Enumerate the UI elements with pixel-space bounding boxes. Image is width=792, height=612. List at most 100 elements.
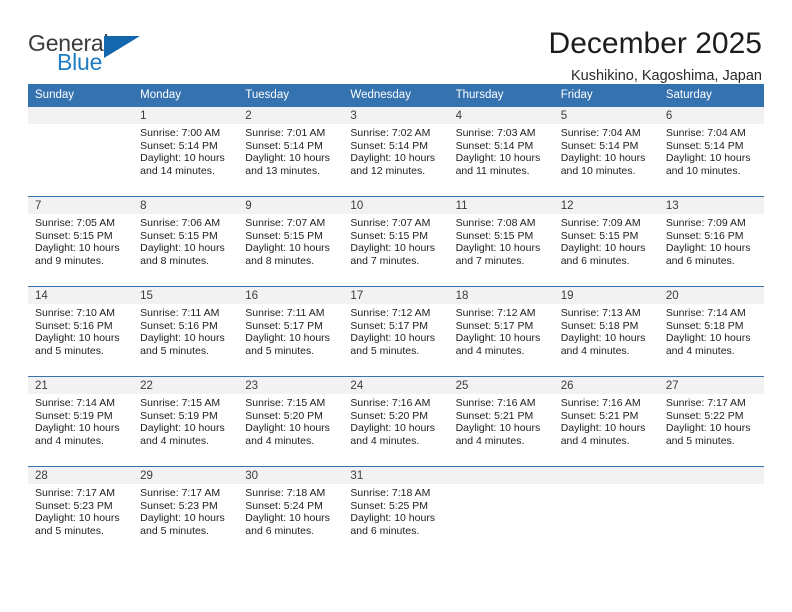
- daylight-duration-line2: and 5 minutes.: [245, 344, 315, 357]
- day-details: Sunrise: 7:00 AM Sunset: 5:14 PM Daylight:…: [133, 124, 238, 177]
- day-cell[interactable]: 28 Sunrise: 7:17 AM Sunset: 5:23 PM Dayligh…: [28, 466, 134, 557]
- daylight-duration-line2: and 8 minutes.: [140, 254, 210, 267]
- daylight-duration-line1: Daylight: 10 hours: [665, 152, 751, 165]
- daylight-duration-line2: and 4 minutes.: [560, 344, 630, 357]
- daylight-duration-line1: Daylight: 10 hours: [455, 422, 541, 435]
- daylight-duration-line2: and 14 minutes.: [140, 164, 215, 177]
- day-cell[interactable]: 3 Sunrise: 7:02 AM Sunset: 5:14 PM Daylight…: [343, 106, 449, 197]
- sunset-time: Sunset: 5:14 PM: [665, 139, 744, 152]
- daylight-duration-line1: Daylight: 10 hours: [245, 512, 330, 525]
- day-cell[interactable]: 24 Sunrise: 7:16 AM Sunset: 5:20 PM Dayligh…: [343, 376, 449, 467]
- sunset-time: Sunset: 5:23 PM: [35, 499, 113, 512]
- day-cell-empty: [658, 466, 764, 557]
- logo-text-blue: Blue: [57, 49, 103, 75]
- daylight-duration-line1: Daylight: 10 hours: [350, 242, 436, 255]
- daylight-duration-line2: and 4 minutes.: [140, 434, 210, 447]
- day-cell[interactable]: 9 Sunrise: 7:07 AM Sunset: 5:15 PM Daylight…: [238, 196, 344, 287]
- sunset-time: Sunset: 5:18 PM: [560, 319, 639, 332]
- sunset-time: Sunset: 5:15 PM: [140, 229, 218, 242]
- daylight-duration-line2: and 5 minutes.: [35, 524, 104, 537]
- sunset-time: Sunset: 5:21 PM: [455, 409, 534, 422]
- triangle-icon: [104, 36, 140, 58]
- day-cell[interactable]: 1 Sunrise: 7:00 AM Sunset: 5:14 PM Daylight…: [133, 106, 239, 197]
- day-cell[interactable]: 21 Sunrise: 7:14 AM Sunset: 5:19 PM Dayligh…: [28, 376, 134, 467]
- sunset-time: Sunset: 5:19 PM: [140, 409, 218, 422]
- page-header: General Blue December 2025 Kushikino, Ka…: [28, 0, 764, 83]
- day-number: 28: [28, 467, 134, 484]
- sunrise-time: Sunrise: 7:09 AM: [665, 217, 746, 229]
- day-details: Sunrise: 7:08 AM Sunset: 5:15 PM Daylight:…: [449, 214, 554, 267]
- sunset-time: Sunset: 5:15 PM: [245, 229, 323, 242]
- calendar-week-row: 14 Sunrise: 7:10 AM Sunset: 5:16 PM Dayligh…: [28, 286, 764, 377]
- day-number: 12: [553, 197, 659, 214]
- day-details: Sunrise: 7:04 AM Sunset: 5:14 PM Daylight:…: [659, 124, 764, 177]
- day-details: Sunrise: 7:02 AM Sunset: 5:14 PM Daylight:…: [343, 124, 448, 177]
- day-cell[interactable]: 29 Sunrise: 7:17 AM Sunset: 5:23 PM Dayligh…: [133, 466, 239, 557]
- day-details: Sunrise: 7:05 AM Sunset: 5:15 PM Daylight:…: [28, 214, 133, 267]
- day-cell[interactable]: 15 Sunrise: 7:11 AM Sunset: 5:16 PM Dayligh…: [133, 286, 239, 377]
- daylight-duration-line1: Daylight: 10 hours: [140, 332, 225, 345]
- day-cell[interactable]: 10 Sunrise: 7:07 AM Sunset: 5:15 PM Dayligh…: [343, 196, 449, 287]
- sunset-time: Sunset: 5:15 PM: [455, 229, 534, 242]
- day-number: 19: [553, 287, 659, 304]
- day-number: 31: [343, 467, 449, 484]
- day-cell[interactable]: 17 Sunrise: 7:12 AM Sunset: 5:17 PM Dayligh…: [343, 286, 449, 377]
- daylight-duration-line2: and 10 minutes.: [665, 164, 741, 177]
- day-cell[interactable]: 19 Sunrise: 7:13 AM Sunset: 5:18 PM Dayligh…: [553, 286, 659, 377]
- day-number: 3: [343, 107, 449, 124]
- day-details: Sunrise: 7:17 AM Sunset: 5:22 PM Daylight:…: [659, 394, 764, 447]
- daylight-duration-line1: Daylight: 10 hours: [560, 422, 646, 435]
- day-cell[interactable]: 23 Sunrise: 7:15 AM Sunset: 5:20 PM Dayligh…: [238, 376, 344, 467]
- day-number: 1: [133, 107, 239, 124]
- day-details: Sunrise: 7:07 AM Sunset: 5:15 PM Daylight:…: [343, 214, 448, 267]
- day-cell[interactable]: 25 Sunrise: 7:16 AM Sunset: 5:21 PM Dayligh…: [448, 376, 554, 467]
- weekday-header-sunday: Sunday: [28, 84, 134, 107]
- day-number: 29: [133, 467, 239, 484]
- day-cell[interactable]: 6 Sunrise: 7:04 AM Sunset: 5:14 PM Daylight…: [658, 106, 764, 197]
- day-cell[interactable]: 7 Sunrise: 7:05 AM Sunset: 5:15 PM Daylight…: [28, 196, 134, 287]
- daylight-duration-line1: Daylight: 10 hours: [560, 332, 646, 345]
- day-details: Sunrise: 7:14 AM Sunset: 5:18 PM Daylight:…: [659, 304, 764, 357]
- daylight-duration-line2: and 6 minutes.: [665, 254, 735, 267]
- day-details: Sunrise: 7:16 AM Sunset: 5:21 PM Daylight:…: [449, 394, 554, 447]
- sunrise-time: Sunrise: 7:07 AM: [350, 217, 431, 229]
- sunrise-time: Sunrise: 7:08 AM: [455, 217, 536, 229]
- day-details: Sunrise: 7:07 AM Sunset: 5:15 PM Daylight:…: [238, 214, 343, 267]
- day-cell[interactable]: 22 Sunrise: 7:15 AM Sunset: 5:19 PM Dayligh…: [133, 376, 239, 467]
- day-cell[interactable]: 5 Sunrise: 7:04 AM Sunset: 5:14 PM Daylight…: [553, 106, 659, 197]
- day-number: 6: [658, 107, 764, 124]
- sunset-time: Sunset: 5:16 PM: [140, 319, 218, 332]
- day-cell[interactable]: 11 Sunrise: 7:08 AM Sunset: 5:15 PM Dayligh…: [448, 196, 554, 287]
- sunrise-time: Sunrise: 7:04 AM: [560, 127, 641, 139]
- day-cell[interactable]: 26 Sunrise: 7:16 AM Sunset: 5:21 PM Dayligh…: [553, 376, 659, 467]
- day-cell[interactable]: 16 Sunrise: 7:11 AM Sunset: 5:17 PM Dayligh…: [238, 286, 344, 377]
- daylight-duration-line1: Daylight: 10 hours: [140, 422, 225, 435]
- day-number: 18: [448, 287, 554, 304]
- day-number: 8: [133, 197, 239, 214]
- day-cell[interactable]: 4 Sunrise: 7:03 AM Sunset: 5:14 PM Daylight…: [448, 106, 554, 197]
- daylight-duration-line1: Daylight: 10 hours: [455, 332, 541, 345]
- calendar-week-row: 7 Sunrise: 7:05 AM Sunset: 5:15 PM Daylight…: [28, 196, 764, 287]
- day-cell[interactable]: 31 Sunrise: 7:18 AM Sunset: 5:25 PM Dayligh…: [343, 466, 449, 557]
- daylight-duration-line2: and 5 minutes.: [665, 434, 735, 447]
- day-cell[interactable]: 13 Sunrise: 7:09 AM Sunset: 5:16 PM Dayligh…: [658, 196, 764, 287]
- day-cell[interactable]: 30 Sunrise: 7:18 AM Sunset: 5:24 PM Dayligh…: [238, 466, 344, 557]
- day-cell[interactable]: 8 Sunrise: 7:06 AM Sunset: 5:15 PM Daylight…: [133, 196, 239, 287]
- day-number: 24: [343, 377, 449, 394]
- sunset-time: Sunset: 5:25 PM: [350, 499, 429, 512]
- day-cell[interactable]: 12 Sunrise: 7:09 AM Sunset: 5:15 PM Dayligh…: [553, 196, 659, 287]
- sunset-time: Sunset: 5:14 PM: [245, 139, 323, 152]
- day-cell[interactable]: 27 Sunrise: 7:17 AM Sunset: 5:22 PM Dayligh…: [658, 376, 764, 467]
- daylight-duration-line1: Daylight: 10 hours: [35, 512, 120, 525]
- calendar-header-row: Sunday Monday Tuesday Wednesday Thursday Frid…: [28, 84, 764, 107]
- day-number: 10: [343, 197, 449, 214]
- day-number: 21: [28, 377, 134, 394]
- day-cell[interactable]: 20 Sunrise: 7:14 AM Sunset: 5:18 PM Dayligh…: [658, 286, 764, 377]
- day-cell[interactable]: 14 Sunrise: 7:10 AM Sunset: 5:16 PM Dayligh…: [28, 286, 134, 377]
- day-cell[interactable]: 18 Sunrise: 7:12 AM Sunset: 5:17 PM Dayligh…: [448, 286, 554, 377]
- calendar-week-row: 21 Sunrise: 7:14 AM Sunset: 5:19 PM Dayligh…: [28, 376, 764, 467]
- daylight-duration-line1: Daylight: 10 hours: [35, 332, 120, 345]
- day-cell[interactable]: 2 Sunrise: 7:01 AM Sunset: 5:14 PM Daylight…: [238, 106, 344, 197]
- daylight-duration-line2: and 4 minutes.: [665, 344, 735, 357]
- sunrise-time: Sunrise: 7:12 AM: [350, 307, 431, 319]
